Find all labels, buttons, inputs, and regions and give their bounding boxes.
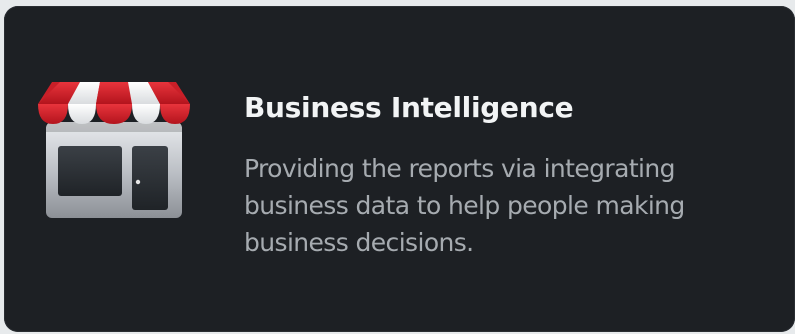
storefront-icon	[34, 74, 194, 224]
card-description: Providing the reports via integrating bu…	[244, 154, 685, 257]
card-title: Business Intelligence	[244, 91, 574, 124]
page-background: Business Intelligence Providing the repo…	[0, 0, 795, 334]
card-content: Business Intelligence Providing the repo…	[244, 90, 784, 261]
feature-card[interactable]: Business Intelligence Providing the repo…	[4, 6, 795, 332]
